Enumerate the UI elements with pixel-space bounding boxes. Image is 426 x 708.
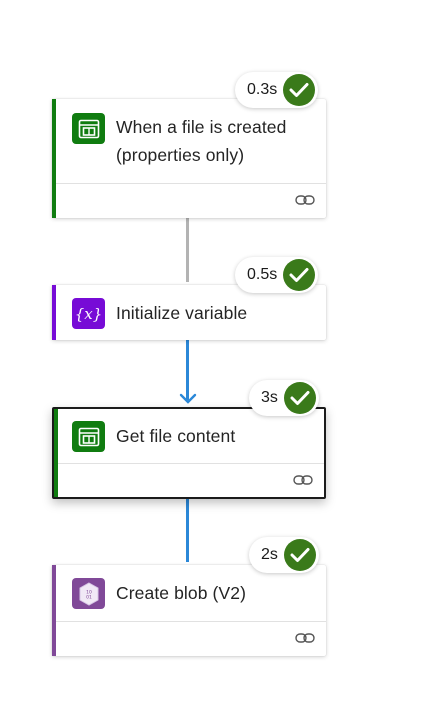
blob-storage-icon: 10 01 — [72, 578, 105, 609]
svg-text:01: 01 — [86, 594, 92, 600]
link-icon[interactable] — [295, 631, 315, 645]
run-duration-badge: 3s — [249, 380, 319, 416]
flow-step-card[interactable]: Get file content — [52, 407, 326, 499]
step-title: Initialize variable — [116, 303, 248, 323]
duration-text: 2s — [261, 546, 278, 563]
success-check-icon — [283, 382, 316, 414]
flow-step-card[interactable]: 10 01 Create blob (V2) — [52, 565, 326, 656]
step-title: Get file content — [116, 426, 236, 446]
card-footer — [56, 621, 326, 656]
flow-step-card[interactable]: {x} Initialize variable — [52, 285, 326, 340]
link-icon[interactable] — [293, 473, 313, 487]
sharepoint-icon — [72, 113, 105, 144]
step-title: Create blob (V2) — [116, 583, 246, 603]
connector-line — [186, 218, 189, 282]
connector-line — [186, 498, 189, 562]
flow-step-card[interactable]: When a file is created (properties only) — [52, 99, 326, 218]
connector-line — [186, 340, 189, 400]
variable-icon: {x} — [72, 298, 105, 329]
duration-text: 3s — [261, 389, 278, 406]
card-footer — [56, 183, 326, 218]
sharepoint-icon — [72, 421, 105, 452]
success-check-icon — [283, 259, 316, 291]
step-title: When a file is created (properties only) — [116, 117, 287, 165]
flow-canvas: When a file is created (properties only)… — [0, 0, 426, 708]
link-icon[interactable] — [295, 193, 315, 207]
run-duration-badge: 0.5s — [235, 257, 319, 293]
connector-arrow-icon — [179, 393, 197, 404]
success-check-icon — [283, 74, 316, 106]
card-footer — [58, 463, 324, 497]
success-check-icon — [283, 539, 316, 571]
run-duration-badge: 0.3s — [235, 72, 319, 108]
run-duration-badge: 2s — [249, 537, 319, 573]
duration-text: 0.3s — [247, 81, 278, 98]
duration-text: 0.5s — [247, 266, 278, 283]
